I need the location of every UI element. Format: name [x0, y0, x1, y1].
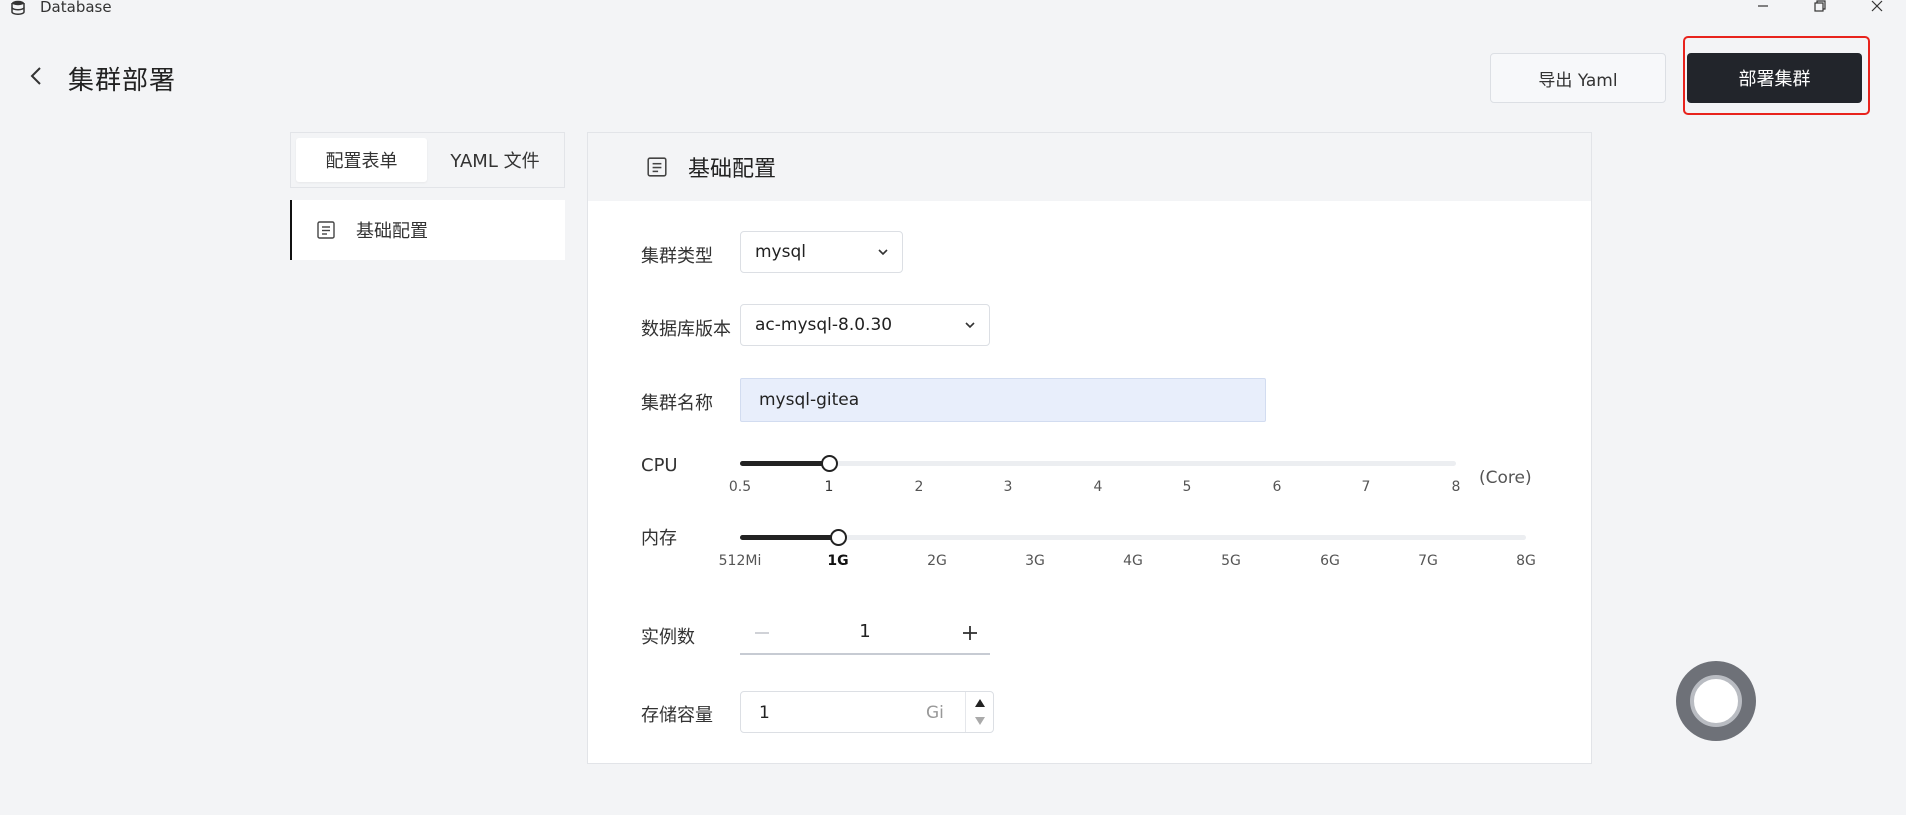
memory-tick[interactable]: 8G [1516, 553, 1536, 569]
page-title: 集群部署 [68, 66, 177, 96]
left-panel: 配置表单 YAML 文件 基础配置 [290, 132, 565, 260]
db-version-value: ac-mysql-8.0.30 [755, 315, 893, 335]
cluster-type-select[interactable]: mysql [740, 231, 903, 273]
restore-icon[interactable] [1805, 0, 1835, 16]
cpu-tick[interactable]: 4 [1094, 479, 1103, 495]
back-button[interactable] [22, 62, 50, 90]
db-version-label: 数据库版本 [641, 319, 731, 340]
memory-tick[interactable]: 3G [1025, 553, 1045, 569]
cpu-tick[interactable]: 8 [1452, 479, 1461, 495]
cpu-tick[interactable]: 5 [1183, 479, 1192, 495]
memory-tick[interactable]: 2G [927, 553, 947, 569]
minimize-icon[interactable] [1748, 0, 1778, 16]
cluster-type-label: 集群类型 [641, 246, 713, 267]
replicas-stepper: 1 [740, 613, 990, 655]
decrement-button[interactable] [750, 621, 774, 645]
nav-item-label: 基础配置 [356, 221, 428, 242]
memory-slider[interactable]: 512Mi 1G 2G 3G 4G 5G 6G 7G 8G [719, 527, 1536, 569]
ring-icon [1690, 675, 1742, 727]
memory-tick[interactable]: 4G [1123, 553, 1143, 569]
document-icon [317, 221, 335, 239]
storage-label: 存储容量 [641, 705, 713, 726]
storage-spinner [965, 692, 993, 732]
memory-tick[interactable]: 512Mi [719, 553, 762, 569]
cpu-tick[interactable]: 0.5 [729, 479, 751, 495]
window-titlebar: Database [0, 0, 1906, 24]
tab-yaml-file[interactable]: YAML 文件 [429, 138, 561, 182]
cpu-unit: (Core) [1479, 468, 1532, 488]
cluster-name-input[interactable]: mysql-gitea [740, 378, 1266, 422]
section-header: 基础配置 [588, 133, 1591, 201]
nav-item-basic-config[interactable]: 基础配置 [290, 200, 565, 260]
cpu-slider-track [740, 461, 1456, 466]
floating-assistant-button[interactable] [1676, 661, 1756, 741]
memory-tick[interactable]: 1G [827, 553, 848, 569]
memory-tick[interactable]: 7G [1418, 553, 1438, 569]
tab-config-form[interactable]: 配置表单 [296, 138, 427, 182]
window-title: Database [40, 0, 112, 16]
caret-down-icon[interactable] [974, 716, 986, 726]
cluster-type-value: mysql [755, 242, 806, 262]
chevron-left-icon [30, 67, 41, 85]
storage-input[interactable]: 1 Gi [740, 691, 994, 733]
cpu-slider-thumb[interactable] [821, 455, 838, 472]
section-title: 基础配置 [688, 157, 777, 182]
cpu-slider-fill [740, 461, 829, 466]
plus-icon [963, 626, 977, 640]
minus-icon [755, 632, 769, 634]
close-icon[interactable] [1862, 0, 1892, 16]
document-icon [647, 157, 667, 177]
db-version-select[interactable]: ac-mysql-8.0.30 [740, 304, 990, 346]
chevron-down-icon [878, 249, 888, 256]
memory-tick[interactable]: 5G [1221, 553, 1241, 569]
cluster-name-value: mysql-gitea [759, 390, 860, 410]
deploy-cluster-button[interactable]: 部署集群 [1687, 53, 1862, 103]
database-icon [11, 0, 25, 15]
caret-up-icon[interactable] [974, 698, 986, 708]
cpu-tick[interactable]: 1 [825, 479, 834, 495]
memory-label: 内存 [641, 528, 677, 549]
memory-slider-track [740, 535, 1526, 540]
cpu-tick[interactable]: 3 [1004, 479, 1013, 495]
cpu-slider[interactable]: 0.5 1 2 3 4 5 6 7 8 [729, 453, 1461, 495]
storage-value: 1 [759, 703, 770, 723]
storage-unit: Gi [926, 703, 944, 723]
increment-button[interactable] [958, 621, 982, 645]
memory-slider-fill [740, 535, 838, 540]
cpu-label: CPU [641, 455, 678, 476]
basic-config-card: 基础配置 集群类型 mysql 数据库版本 ac-mysql-8.0.30 集群… [587, 132, 1592, 764]
cpu-tick[interactable]: 7 [1362, 479, 1371, 495]
chevron-down-icon [965, 322, 975, 329]
export-yaml-button[interactable]: 导出 Yaml [1490, 53, 1666, 103]
replicas-value[interactable]: 1 [830, 621, 900, 642]
replicas-label: 实例数 [641, 627, 695, 648]
cluster-name-label: 集群名称 [641, 393, 713, 414]
mode-tabs: 配置表单 YAML 文件 [290, 132, 565, 188]
memory-slider-thumb[interactable] [830, 529, 847, 546]
cpu-tick[interactable]: 6 [1273, 479, 1282, 495]
cpu-tick[interactable]: 2 [915, 479, 924, 495]
memory-tick[interactable]: 6G [1320, 553, 1340, 569]
